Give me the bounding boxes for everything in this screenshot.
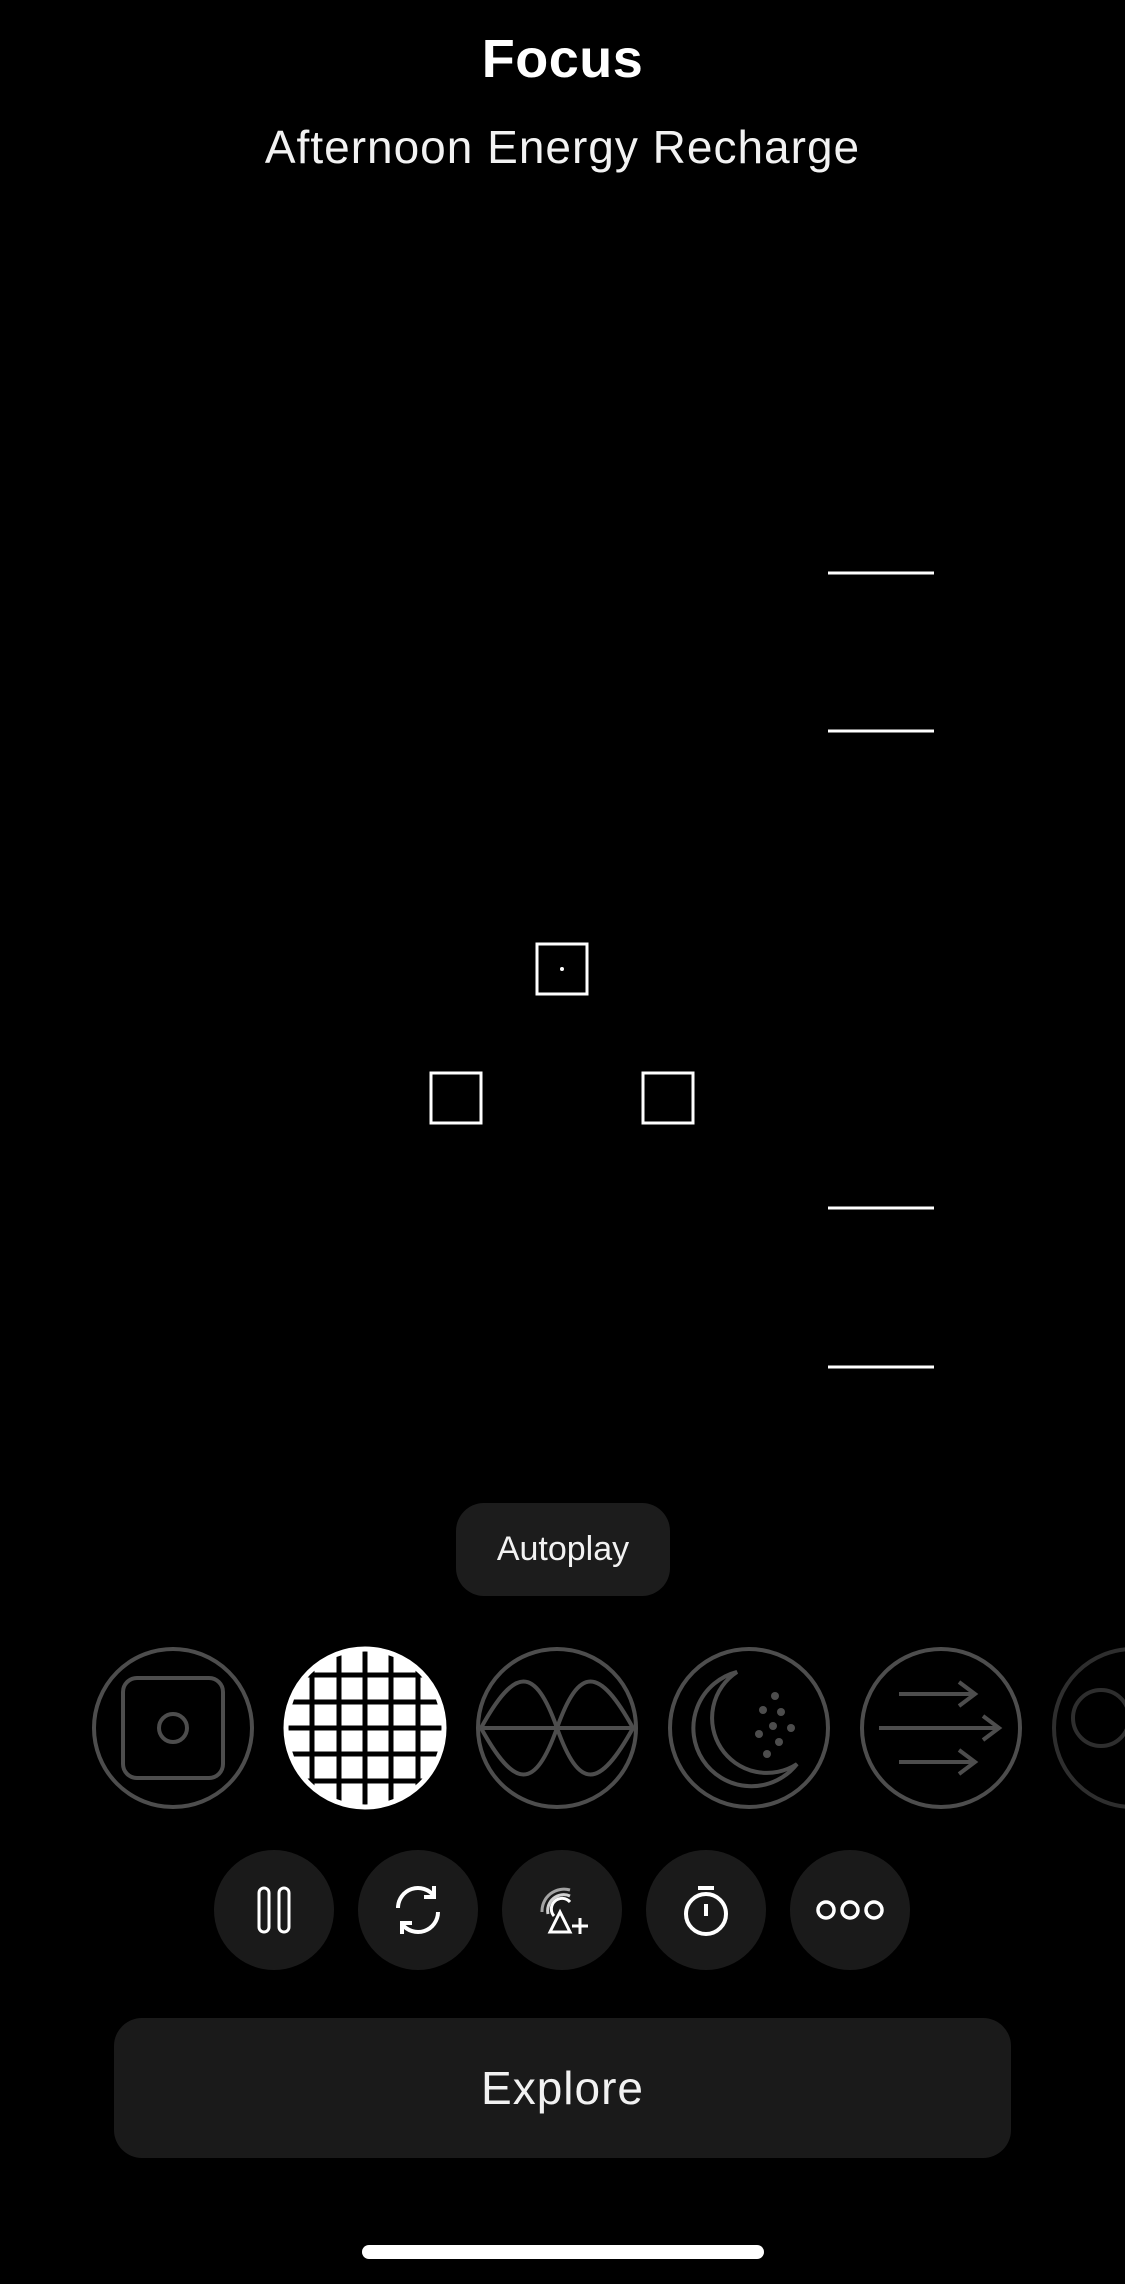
square-mark-left [429, 1071, 483, 1125]
mode-square-circle[interactable] [91, 1646, 255, 1810]
moon-dots-icon [668, 1647, 830, 1809]
grid-sphere-icon [283, 1646, 447, 1810]
mode-moon-dots[interactable] [667, 1646, 831, 1810]
wave-sphere-icon [476, 1647, 638, 1809]
autoplay-button[interactable]: Autoplay [456, 1503, 670, 1596]
playback-controls [0, 1850, 1125, 1970]
mode-arrows-right[interactable] [859, 1646, 1023, 1810]
more-button[interactable] [790, 1850, 910, 1970]
page-title: Focus [481, 29, 644, 89]
mode-wave-sphere[interactable] [475, 1646, 639, 1810]
square-circle-icon [92, 1647, 254, 1809]
home-indicator[interactable] [362, 2245, 764, 2259]
center-dot [560, 967, 564, 971]
mode-carousel[interactable] [0, 1640, 1125, 1820]
broadcast-add-button[interactable] [502, 1850, 622, 1970]
partial-icon [1052, 1647, 1125, 1809]
more-icon [816, 1900, 884, 1920]
square-mark-right [641, 1071, 695, 1125]
arrows-right-icon [860, 1647, 1022, 1809]
session-subtitle: Afternoon Energy Recharge [264, 121, 861, 173]
mode-partial[interactable] [1051, 1646, 1125, 1810]
explore-button[interactable]: Explore [114, 2018, 1011, 2158]
mode-grid-sphere[interactable] [283, 1646, 447, 1810]
pause-icon [257, 1886, 291, 1934]
broadcast-add-icon [540, 1887, 588, 1934]
timer-button[interactable] [646, 1850, 766, 1970]
timer-icon [684, 1886, 728, 1936]
refresh-icon [396, 1886, 440, 1934]
pause-button[interactable] [214, 1850, 334, 1970]
refresh-button[interactable] [358, 1850, 478, 1970]
